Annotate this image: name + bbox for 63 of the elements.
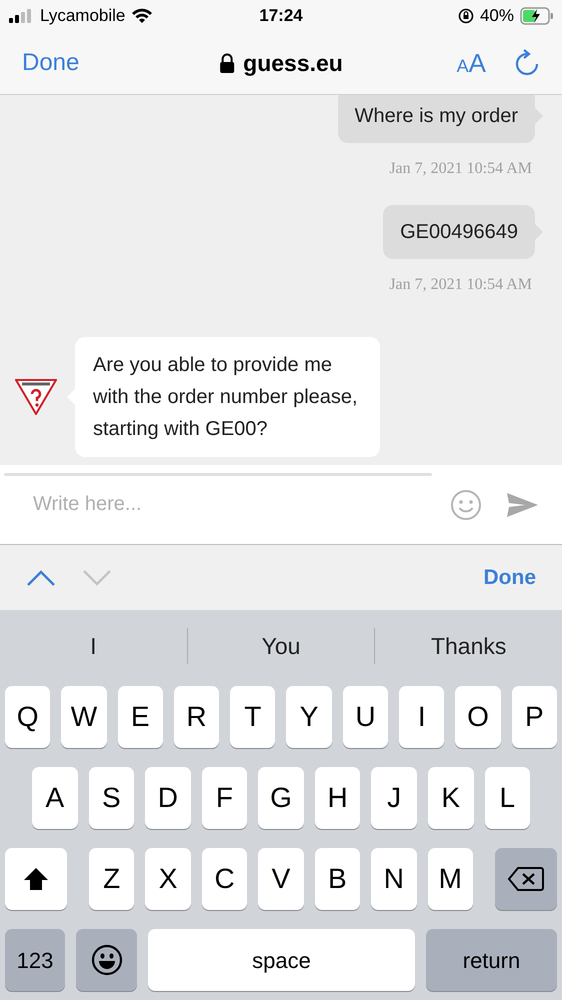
key[interactable]: I (399, 686, 444, 748)
key[interactable]: Z (89, 848, 134, 910)
key[interactable]: Q (5, 686, 50, 748)
return-key[interactable]: return (426, 929, 557, 991)
suggestion-item[interactable]: I (0, 628, 187, 664)
space-key[interactable]: space (148, 929, 415, 991)
key[interactable]: W (61, 686, 107, 748)
numbers-key[interactable]: 123 (5, 929, 65, 991)
key[interactable]: L (484, 767, 530, 829)
url-text: guess.eu (243, 48, 343, 78)
key[interactable]: X (145, 848, 191, 910)
key[interactable]: M (428, 848, 473, 910)
key[interactable]: D (145, 767, 191, 829)
key[interactable]: K (428, 767, 474, 829)
key[interactable]: V (258, 848, 304, 910)
emoji-key[interactable] (76, 929, 137, 991)
lock-icon (219, 53, 236, 73)
key[interactable]: Y (286, 686, 332, 748)
smiley-icon (90, 944, 122, 976)
done-button[interactable]: Done (22, 45, 80, 81)
key[interactable]: S (88, 767, 134, 829)
key[interactable]: C (202, 848, 248, 910)
chevron-up-icon (26, 568, 56, 586)
text-size-button[interactable]: AA (456, 44, 486, 82)
key[interactable]: A (32, 767, 78, 829)
key[interactable]: U (342, 686, 388, 748)
backspace-icon (508, 866, 544, 892)
keyboard-done-button[interactable]: Done (484, 562, 536, 594)
wifi-icon (131, 8, 154, 24)
battery-charging-icon (520, 7, 554, 25)
suggestion-item[interactable]: Thanks (375, 628, 562, 664)
send-button[interactable] (506, 492, 538, 518)
suggestion-item[interactable]: You (188, 628, 374, 664)
signal-icon (8, 9, 34, 23)
key[interactable]: E (118, 686, 163, 748)
smiley-icon (450, 488, 482, 520)
key[interactable]: J (371, 767, 417, 829)
key[interactable]: O (455, 686, 501, 748)
key[interactable]: B (314, 848, 360, 910)
chevron-down-icon (82, 568, 112, 586)
key[interactable]: P (512, 686, 557, 748)
key[interactable]: N (371, 848, 417, 910)
key[interactable]: F (202, 767, 248, 829)
key[interactable]: T (230, 686, 276, 748)
reload-icon (514, 49, 540, 77)
carrier-name: Lycamobile (40, 5, 126, 28)
triangle-logo-icon (15, 379, 57, 415)
reload-button[interactable] (514, 49, 540, 77)
battery-percent: 40% (480, 5, 514, 28)
previous-field-button[interactable] (26, 568, 56, 586)
clock-time: 17:24 (259, 5, 303, 28)
shift-key[interactable] (5, 848, 67, 910)
key[interactable]: H (314, 767, 360, 829)
message-timestamp: Jan 7, 2021 10:54 AM (389, 159, 533, 179)
emoji-button[interactable] (450, 488, 482, 520)
message-timestamp: Jan 7, 2021 10:54 AM (389, 275, 533, 295)
key[interactable]: R (174, 686, 220, 748)
delete-key[interactable] (494, 848, 557, 910)
rotation-lock-icon (458, 8, 474, 24)
message-composer[interactable]: Write here... (0, 465, 562, 545)
send-icon (506, 492, 538, 518)
shift-arrow-icon (23, 867, 49, 891)
key[interactable]: G (258, 767, 304, 829)
